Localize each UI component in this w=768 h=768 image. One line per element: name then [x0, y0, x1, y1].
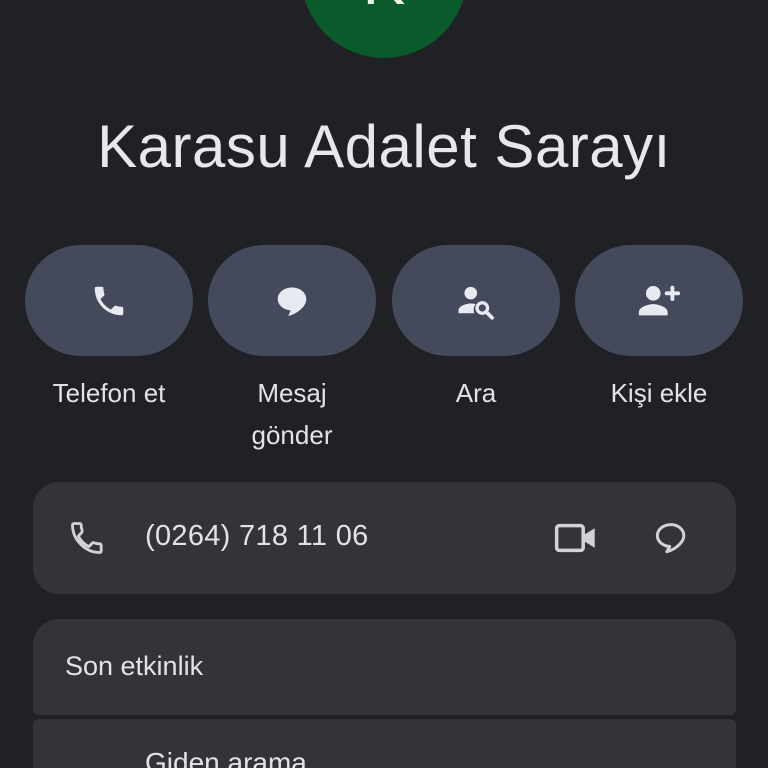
- add-contact-button[interactable]: [575, 245, 743, 356]
- person-search-icon: [458, 286, 494, 320]
- message-outline-icon: [655, 523, 686, 554]
- phone-icon: [94, 286, 124, 315]
- phone-number-card[interactable]: (0264) 718 11 06: [33, 482, 736, 594]
- call-action[interactable]: Telefon et: [25, 245, 193, 414]
- message-action[interactable]: Mesaj gönder: [208, 245, 376, 456]
- contact-name: Karasu Adalet Sarayı: [97, 113, 671, 180]
- add-contact-action[interactable]: Kişi ekle: [575, 245, 743, 414]
- message-icon: [277, 287, 307, 316]
- message-button[interactable]: [208, 245, 376, 356]
- video-call-icon: [554, 523, 595, 553]
- quick-actions: Telefon et Mesaj gönder Ara Kişi ekle: [25, 245, 743, 455]
- person-add-icon: [638, 285, 681, 315]
- call-button[interactable]: [25, 245, 193, 356]
- avatar-letter: K: [363, 0, 406, 58]
- phone-icon: [67, 518, 107, 563]
- search-label: Ara: [455, 378, 497, 408]
- avatar: K: [301, 0, 467, 58]
- message-outline-button[interactable]: [649, 516, 693, 560]
- recent-activity-header: Son etkinlik: [33, 619, 736, 715]
- recent-activity-item[interactable]: Giden arama: [33, 719, 736, 768]
- call-label: Telefon et: [52, 378, 166, 408]
- search-action[interactable]: Ara: [392, 245, 560, 414]
- phone-number[interactable]: (0264) 718 11 06: [145, 520, 369, 553]
- search-button[interactable]: [392, 245, 560, 356]
- message-label: Mesaj gönder: [251, 378, 333, 450]
- activity-item-label: Giden arama: [145, 747, 307, 768]
- video-call-button[interactable]: [553, 516, 601, 560]
- add-contact-label: Kişi ekle: [610, 378, 708, 408]
- contact-detail-screen: K Karasu Adalet Sarayı Telefon et Mesaj …: [0, 0, 768, 768]
- recent-activity-title: Son etkinlik: [65, 651, 204, 681]
